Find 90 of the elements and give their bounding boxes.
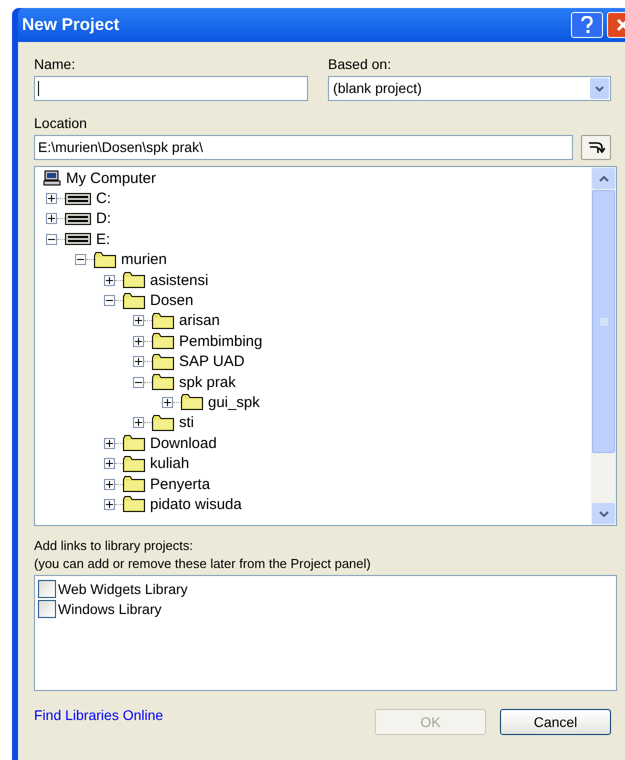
expander-toggle[interactable]	[133, 336, 144, 347]
chevron-up-icon	[598, 176, 608, 182]
expander-toggle[interactable]	[46, 213, 57, 224]
tree-item[interactable]: asistensi	[150, 272, 208, 289]
dropdown-button[interactable]	[590, 78, 609, 99]
expander-toggle[interactable]	[133, 315, 144, 326]
folder-icon	[94, 252, 116, 268]
tree-item[interactable]: E:	[96, 230, 110, 248]
plus-icon	[106, 460, 113, 468]
expander-toggle[interactable]	[162, 396, 173, 408]
tree-item[interactable]: Download	[150, 434, 217, 452]
tree-item[interactable]: SAP UAD	[179, 353, 245, 370]
expander-toggle[interactable]	[46, 234, 57, 245]
tree-item[interactable]: pidato wisuda	[150, 496, 242, 513]
checkbox[interactable]	[38, 600, 56, 618]
checkbox-label: Web Widgets Library	[58, 580, 188, 599]
scroll-up-button[interactable]	[592, 168, 615, 189]
folder-icon	[123, 272, 145, 288]
tree-item[interactable]: My Computer	[66, 170, 156, 187]
grip-icon	[600, 318, 608, 326]
expander-toggle[interactable]	[46, 193, 57, 204]
hint-text: (you can add or remove these later from the Project panel)	[34, 555, 372, 573]
drive-icon	[65, 192, 91, 205]
tree-item[interactable]: murien	[121, 251, 167, 268]
window-title: New Project	[22, 14, 120, 36]
curved-arrow-icon	[587, 140, 606, 156]
folder-icon	[123, 435, 145, 452]
expander-toggle[interactable]	[133, 356, 144, 368]
folder-icon	[123, 456, 145, 472]
plus-icon	[106, 440, 113, 447]
plus-icon	[135, 419, 142, 426]
drive-icon	[65, 212, 91, 225]
scroll-down-button[interactable]	[592, 503, 615, 524]
tree-item[interactable]: kuliah	[150, 455, 190, 472]
expander-toggle[interactable]	[75, 254, 86, 266]
expander-toggle[interactable]	[133, 376, 144, 388]
field-label: Location	[34, 115, 88, 131]
help-button[interactable]	[571, 12, 603, 38]
name-field[interactable]	[34, 76, 308, 101]
plus-icon	[106, 276, 113, 284]
expander-toggle[interactable]	[104, 438, 115, 449]
tree-item[interactable]: Penyerta	[150, 476, 210, 493]
expander-toggle[interactable]	[104, 458, 115, 470]
tree-item[interactable]: gui_spk	[208, 394, 260, 411]
field-label: Based on:	[328, 56, 392, 72]
chevron-down-icon	[595, 86, 604, 92]
folder-icon	[152, 414, 174, 431]
section-heading: Add links to library projects:	[34, 537, 194, 555]
expander-toggle[interactable]	[104, 478, 115, 490]
computer-icon	[43, 170, 61, 186]
tree-item[interactable]: D:	[96, 210, 111, 228]
based-on-dropdown[interactable]: (blank project)	[328, 76, 611, 101]
browse-button[interactable]	[581, 135, 611, 160]
scrollbar[interactable]	[591, 167, 616, 525]
folder-icon	[123, 292, 145, 309]
expander-toggle[interactable]	[104, 274, 115, 286]
expander-toggle[interactable]	[133, 417, 144, 428]
tree-item[interactable]: C:	[96, 190, 111, 208]
plus-icon	[106, 480, 113, 488]
tree-item[interactable]: Pembimbing	[179, 332, 262, 350]
checkbox[interactable]	[38, 580, 56, 598]
field-label: Name:	[34, 56, 76, 72]
checkbox-label: Windows Library	[58, 600, 162, 619]
tree-item[interactable]: spk prak	[179, 374, 236, 391]
tree-item[interactable]: sti	[179, 414, 194, 432]
folder-icon	[123, 496, 145, 512]
folder-icon	[152, 312, 174, 329]
tree-item[interactable]: arisan	[179, 312, 220, 330]
scroll-thumb[interactable]	[592, 190, 615, 453]
folder-icon	[152, 354, 174, 370]
plus-icon	[106, 500, 113, 508]
plus-icon	[135, 317, 142, 324]
folder-icon	[152, 374, 174, 390]
location-field[interactable]: E:\murien\Dosen\spk prak\	[34, 135, 574, 160]
plus-icon	[135, 338, 142, 345]
plus-icon	[48, 195, 55, 202]
expander-toggle[interactable]	[104, 295, 115, 306]
dialog-button[interactable]: Cancel	[500, 709, 611, 735]
drive-icon	[65, 233, 91, 246]
find-libraries-link[interactable]: Find Libraries Online	[34, 705, 361, 725]
chevron-down-icon	[598, 510, 608, 516]
help-icon	[581, 16, 593, 34]
folder-icon	[181, 394, 203, 410]
folder-icon	[123, 476, 145, 492]
plus-icon	[164, 398, 171, 406]
tree-item[interactable]: Dosen	[150, 292, 194, 310]
expander-toggle[interactable]	[104, 498, 115, 510]
plus-icon	[48, 215, 55, 222]
plus-icon	[135, 358, 142, 366]
folder-icon	[152, 333, 174, 350]
